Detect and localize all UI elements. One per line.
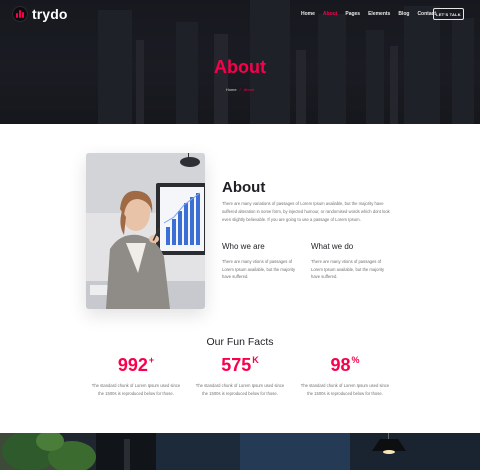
breadcrumb-current: About [243,87,255,92]
office-woman-image [86,153,205,309]
fact-suffix: + [148,355,155,365]
breadcrumb-home-link[interactable]: Home [226,87,237,92]
fact-item: 992+ The standard chunk of Lorem Ipsum u… [86,355,186,397]
nav-item-home[interactable]: Home [301,11,315,17]
fun-facts-title: Our Fun Facts [206,336,274,348]
fact-value: 575 [221,355,252,375]
what-we-do-title: What we do [311,242,354,251]
interior-image [0,433,480,470]
who-we-are-title: Who we are [222,242,265,251]
breadcrumb-separator: / [239,87,241,92]
fact-suffix: K [252,355,259,365]
about-description: There are many variations of passages of… [222,201,390,222]
nav-item-pages[interactable]: Pages [345,11,360,17]
lets-talk-button[interactable]: LET'S TALK [433,8,464,20]
page-header: trydo Home About Pages Elements Blog Con… [0,0,480,124]
who-we-are-text: There are many vtions of passages of Lor… [222,259,296,279]
main-nav: Home About Pages Elements Blog Contact [301,11,436,17]
fact-item: 98% The standard chunk of Lorem Ipsum us… [295,355,395,397]
logo-text: trydo [32,6,68,22]
page-title: About [214,57,266,77]
logo-icon [12,6,28,22]
bottom-image-strip [0,433,480,470]
what-we-do-text: There are many vtions of passages of Lor… [311,259,385,279]
fact-item: 575K The standard chunk of Lorem Ipsum u… [190,355,290,397]
fact-value: 98 [330,355,351,375]
fact-description: The standard chunk of Lorem Ipsum used s… [91,383,181,396]
nav-item-about[interactable]: About [323,11,337,17]
fact-suffix: % [351,355,360,365]
nav-item-elements[interactable]: Elements [368,11,390,17]
logo[interactable]: trydo [12,6,68,22]
about-image [86,153,205,309]
nav-item-blog[interactable]: Blog [398,11,409,17]
fact-description: The standard chunk of Lorem Ipsum used s… [195,383,285,396]
about-heading: About [222,179,266,196]
fact-value: 992 [117,355,148,375]
fact-description: The standard chunk of Lorem Ipsum used s… [300,383,390,396]
breadcrumb: Home / About [0,87,480,92]
